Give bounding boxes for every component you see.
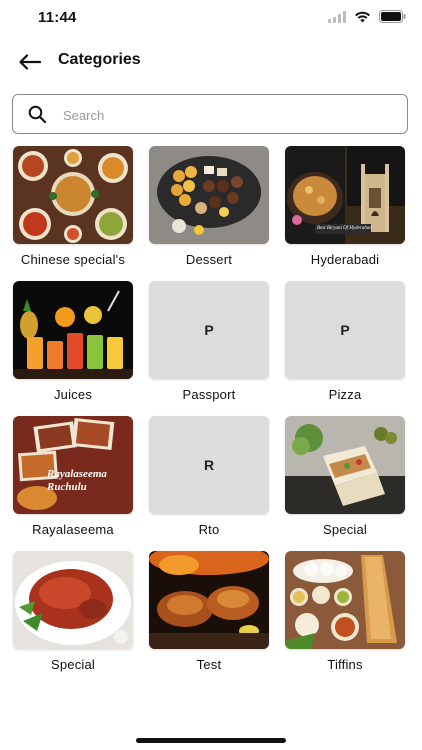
grilled-chicken-image xyxy=(149,551,269,649)
category-label: Hyderabadi xyxy=(310,252,380,267)
juices-image xyxy=(13,281,133,379)
categories-grid: Chinese special's Dessert Best Biryani O… xyxy=(0,0,422,700)
placeholder-letter: R xyxy=(203,457,215,473)
chinese-food-image xyxy=(13,146,133,244)
image-caption: Best Biryani Of Hyderabad xyxy=(317,226,372,231)
rayalaseema-image: Rayalaseema Ruchulu xyxy=(13,416,133,514)
placeholder-thumbnail: P xyxy=(149,281,269,379)
placeholder-thumbnail: R xyxy=(149,416,269,514)
home-indicator xyxy=(136,738,286,743)
category-card[interactable]: Special xyxy=(13,551,133,672)
category-label: Special xyxy=(322,522,368,537)
dessert-image xyxy=(149,146,269,244)
category-label: Juices xyxy=(53,387,93,402)
category-card[interactable]: Juices xyxy=(13,281,133,402)
category-label: Passport xyxy=(182,387,236,402)
image-caption: Rayalaseema Ruchulu xyxy=(47,468,107,493)
category-card[interactable]: P Passport xyxy=(149,281,269,402)
category-card[interactable]: Best Biryani Of Hyderabad Hyderabadi xyxy=(285,146,405,267)
wrap-image xyxy=(285,416,405,514)
category-card[interactable]: Test xyxy=(149,551,269,672)
tandoori-chicken-image xyxy=(13,551,133,649)
category-label: Pizza xyxy=(328,387,362,402)
category-label: Rto xyxy=(198,522,220,537)
category-card[interactable]: Special xyxy=(285,416,405,537)
category-label: Tiffins xyxy=(327,657,363,672)
category-card[interactable]: P Pizza xyxy=(285,281,405,402)
placeholder-letter: P xyxy=(340,322,350,338)
category-label: Dessert xyxy=(185,252,233,267)
category-label: Rayalaseema xyxy=(32,522,114,537)
tiffins-image xyxy=(285,551,405,649)
category-card[interactable]: Tiffins xyxy=(285,551,405,672)
category-card[interactable]: Rayalaseema Ruchulu Rayalaseema xyxy=(13,416,133,537)
hyderabadi-biryani-image: Best Biryani Of Hyderabad xyxy=(285,146,405,244)
category-label: Chinese special's xyxy=(20,252,126,267)
category-label: Test xyxy=(196,657,222,672)
category-card[interactable]: Dessert xyxy=(149,146,269,267)
category-card[interactable]: Chinese special's xyxy=(13,146,133,267)
placeholder-letter: P xyxy=(204,322,214,338)
category-label: Special xyxy=(50,657,96,672)
placeholder-thumbnail: P xyxy=(285,281,405,379)
category-card[interactable]: R Rto xyxy=(149,416,269,537)
